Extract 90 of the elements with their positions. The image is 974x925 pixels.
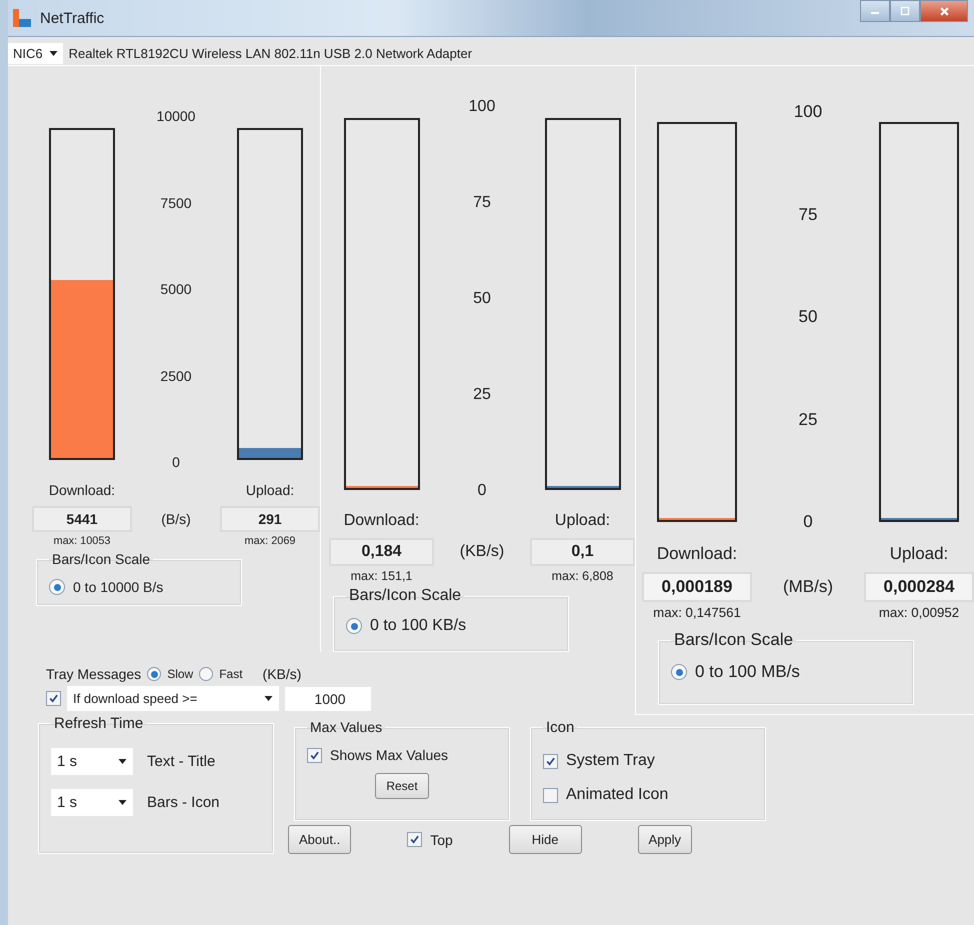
threshold-field[interactable]: 1000	[285, 686, 371, 710]
axis-tick: 25	[473, 386, 491, 404]
axis-tick: 0	[478, 482, 486, 500]
radio-button[interactable]	[671, 664, 687, 680]
caret-icon	[48, 50, 58, 56]
axis-tick: 10000	[156, 108, 196, 124]
upload-value: 0,1	[530, 538, 635, 566]
radio-label[interactable]: 0 to 10000 B/s	[73, 579, 164, 595]
download-label: Download:	[48, 482, 116, 498]
axis-tick: 7500	[160, 194, 192, 210]
axis-tick: 25	[798, 410, 818, 430]
axis-tick: 0	[803, 512, 813, 532]
axis-tick: 100	[468, 98, 496, 116]
check-icon	[409, 834, 420, 845]
reset-button[interactable]: Reset	[375, 773, 429, 799]
group-title: Icon	[545, 719, 576, 736]
download-value: 0,000189	[642, 572, 752, 602]
axis-tick: 0	[172, 454, 180, 470]
caret-icon	[118, 800, 127, 805]
check-icon	[309, 750, 320, 760]
max-download: max: 151,1	[350, 569, 414, 583]
upload-value: 291	[220, 506, 320, 532]
download-label: Download:	[342, 512, 420, 530]
checkbox[interactable]	[543, 788, 558, 802]
axis-tick: 75	[798, 204, 818, 224]
axis-tick: 100	[794, 102, 822, 122]
max-download: max: 10053	[52, 535, 112, 547]
hide-button[interactable]: Hide	[508, 825, 582, 854]
checkbox[interactable]	[307, 748, 322, 762]
max-download: max: 0,147561	[652, 605, 742, 620]
radio-button[interactable]	[199, 667, 214, 681]
axis-tick: 75	[473, 194, 491, 212]
close-icon	[938, 6, 950, 16]
upload-value: 0,000284	[864, 572, 974, 602]
upload-label: Upload:	[888, 544, 950, 564]
interval-label: Text - Title	[147, 753, 216, 770]
group-title: Refresh Time	[53, 715, 144, 732]
app-icon	[12, 8, 32, 28]
interval-dropdown[interactable]: 1 s	[51, 789, 133, 816]
radio-label[interactable]: 0 to 100 KB/s	[370, 617, 466, 635]
caret-icon	[118, 759, 127, 764]
caret-icon	[264, 696, 273, 701]
apply-button[interactable]: Apply	[638, 825, 692, 854]
close-button[interactable]	[920, 0, 968, 22]
about-button[interactable]: About..	[288, 825, 352, 854]
upload-label: Upload:	[554, 512, 612, 530]
unit-label: (B/s)	[160, 511, 192, 527]
unit-label: (KB/s)	[262, 666, 302, 682]
radio-label[interactable]: 0 to 100 MB/s	[695, 662, 800, 682]
adapter-name: Realtek RTL8192CU Wireless LAN 802.11n USB 2.0 Network Adapter	[68, 46, 472, 60]
group-title: Bars/Icon Scale	[51, 551, 152, 567]
tray-messages-label: Tray Messages	[46, 666, 142, 682]
interval-label: Bars - Icon	[147, 794, 220, 811]
interval-dropdown[interactable]: 1 s	[51, 748, 133, 775]
unit-label: (KB/s)	[458, 543, 506, 561]
download-value: 0,184	[329, 538, 434, 566]
axis-tick: 5000	[160, 281, 192, 297]
max-upload: max: 6,808	[550, 569, 614, 583]
axis-tick: 50	[473, 290, 491, 308]
radio-label[interactable]: Fast	[219, 667, 243, 681]
check-icon	[545, 756, 556, 766]
check-icon	[48, 693, 59, 704]
group-title: Max Values	[309, 719, 384, 735]
radio-button[interactable]	[49, 579, 65, 595]
max-upload: max: 2069	[244, 535, 296, 547]
checkbox-label[interactable]: Top	[430, 832, 453, 848]
group-title: Bars/Icon Scale	[673, 630, 794, 650]
checkbox[interactable]	[46, 691, 61, 706]
max-upload: max: 0,00952	[878, 605, 960, 620]
window-title: NetTraffic	[40, 10, 104, 26]
radio-label[interactable]: Slow	[167, 667, 194, 681]
checkbox[interactable]	[407, 832, 422, 847]
checkbox-label[interactable]: Shows Max Values	[330, 747, 448, 763]
download-label: Download:	[656, 544, 738, 564]
adapter-dropdown[interactable]: NIC6	[8, 42, 63, 64]
maximize-button[interactable]	[890, 0, 920, 22]
minimize-button[interactable]	[860, 0, 890, 22]
condition-dropdown[interactable]: If download speed >=	[67, 686, 279, 711]
unit-label: (MB/s)	[782, 577, 834, 597]
checkbox-label[interactable]: System Tray	[566, 752, 655, 770]
download-value: 5441	[32, 506, 132, 532]
checkbox-label[interactable]: Animated Icon	[566, 786, 668, 804]
group-title: Bars/Icon Scale	[348, 587, 462, 605]
radio-button[interactable]	[346, 618, 362, 634]
radio-button[interactable]	[147, 667, 162, 681]
maximize-icon	[900, 6, 910, 16]
axis-tick: 50	[798, 307, 818, 327]
upload-label: Upload:	[244, 482, 296, 498]
checkbox[interactable]	[543, 754, 558, 768]
axis-tick: 2500	[160, 368, 192, 384]
